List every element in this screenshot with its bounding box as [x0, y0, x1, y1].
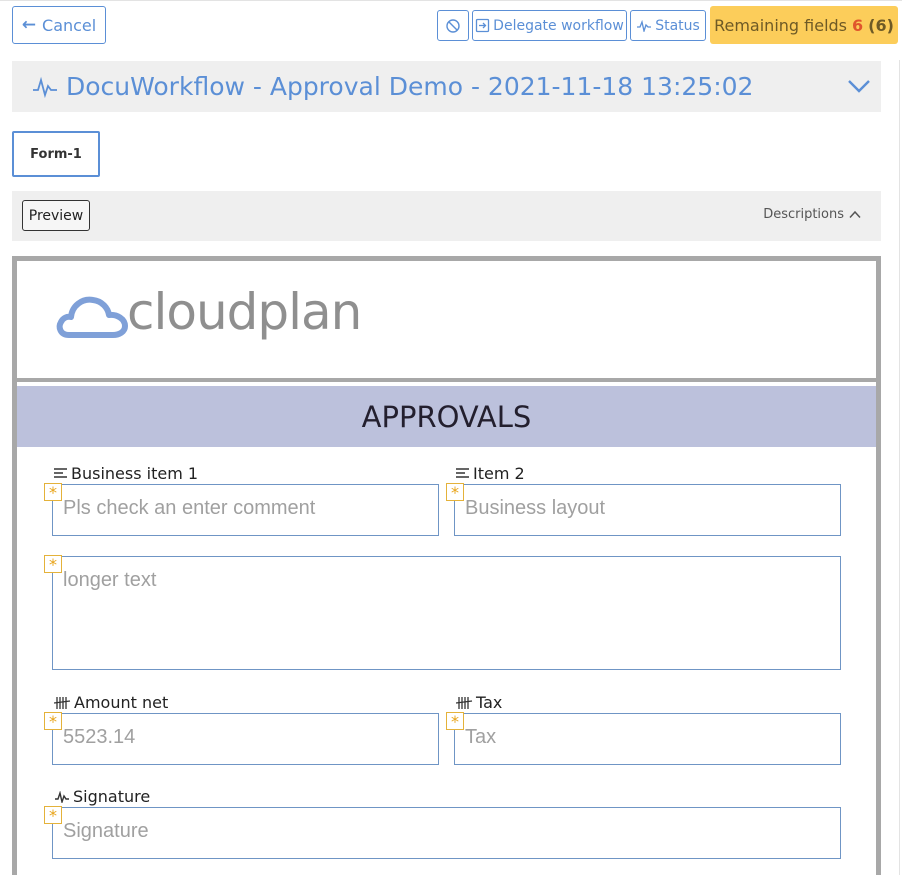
required-marker: * — [446, 483, 464, 502]
delegate-icon — [476, 18, 490, 33]
cancel-button[interactable]: ← Cancel — [12, 6, 106, 44]
required-marker: * — [44, 806, 62, 825]
text-lines-icon — [456, 468, 469, 478]
item-2-label-text: Item 2 — [473, 464, 525, 483]
item-2-input[interactable]: * Business layout — [446, 483, 841, 536]
arrow-left-icon: ← — [21, 15, 37, 35]
item-2-placeholder: Business layout — [465, 497, 606, 519]
preview-bar: Preview Descriptions — [12, 191, 881, 241]
logo-area: cloudplan — [17, 261, 876, 382]
tally-icon — [54, 696, 71, 709]
remaining-fields-label: Remaining fields — [714, 15, 847, 35]
chevron-up-icon — [849, 210, 861, 219]
remaining-count: 6 — [852, 15, 864, 35]
descriptions-label: Descriptions — [763, 207, 844, 222]
document-frame: cloudplan APPROVALS Business item 1 * Pl… — [12, 256, 881, 875]
preview-label: Preview — [28, 207, 84, 224]
required-marker: * — [446, 712, 464, 731]
amount-net-label: Amount net — [54, 693, 168, 712]
item-2-label: Item 2 — [456, 464, 525, 483]
scrollbar-track — [899, 60, 900, 875]
remaining-total: (6) — [868, 15, 894, 35]
amount-net-value: 5523.14 — [63, 726, 136, 748]
business-item-1-input[interactable]: * Pls check an enter comment — [44, 483, 439, 536]
longer-text-placeholder: longer text — [63, 569, 157, 591]
text-lines-icon — [54, 468, 67, 478]
signature-label: Signature — [54, 787, 150, 806]
remaining-fields-button[interactable]: Remaining fields 6 (6) — [710, 6, 898, 44]
status-button[interactable]: Status — [630, 10, 706, 41]
delegate-workflow-button[interactable]: Delegate workflow — [472, 10, 627, 41]
business-item-1-placeholder: Pls check an enter comment — [63, 497, 316, 519]
top-divider — [0, 0, 902, 1]
cancel-label: Cancel — [42, 15, 97, 35]
section-title: APPROVALS — [17, 386, 876, 447]
tax-label: Tax — [456, 693, 502, 712]
delegate-workflow-label: Delegate workflow — [493, 17, 624, 34]
tax-label-text: Tax — [476, 693, 503, 712]
preview-button[interactable]: Preview — [22, 200, 90, 231]
required-marker: * — [44, 712, 62, 731]
business-item-1-label: Business item 1 — [54, 464, 198, 483]
longer-text-area[interactable]: * longer text — [44, 555, 841, 670]
tab-label: Form-1 — [30, 146, 82, 162]
required-marker: * — [44, 555, 62, 574]
signature-wave-icon — [33, 76, 57, 98]
cloud-logo-icon — [56, 296, 128, 338]
logo-wordmark: cloudplan — [127, 283, 362, 341]
block-button[interactable] — [437, 10, 469, 41]
tally-icon — [456, 696, 473, 709]
amount-net-input[interactable]: * 5523.14 — [44, 712, 439, 765]
signal-icon — [637, 19, 652, 32]
tax-input[interactable]: * Tax — [446, 712, 841, 765]
signature-wave-icon — [55, 790, 69, 803]
signature-input[interactable]: * Signature — [44, 806, 841, 859]
business-item-1-label-text: Business item 1 — [71, 464, 199, 483]
tab-form-1[interactable]: Form-1 — [12, 131, 100, 177]
tax-placeholder: Tax — [465, 726, 497, 748]
workflow-header: DocuWorkflow - Approval Demo - 2021-11-1… — [12, 61, 881, 112]
chevron-down-icon[interactable] — [847, 76, 871, 96]
amount-net-label-text: Amount net — [74, 693, 169, 712]
required-marker: * — [44, 483, 62, 502]
block-icon — [446, 18, 460, 33]
signature-placeholder: Signature — [63, 820, 149, 842]
signature-label-text: Signature — [73, 787, 151, 806]
descriptions-toggle[interactable]: Descriptions — [763, 207, 861, 222]
status-label: Status — [655, 17, 700, 34]
page-title: DocuWorkflow - Approval Demo - 2021-11-1… — [66, 72, 754, 101]
